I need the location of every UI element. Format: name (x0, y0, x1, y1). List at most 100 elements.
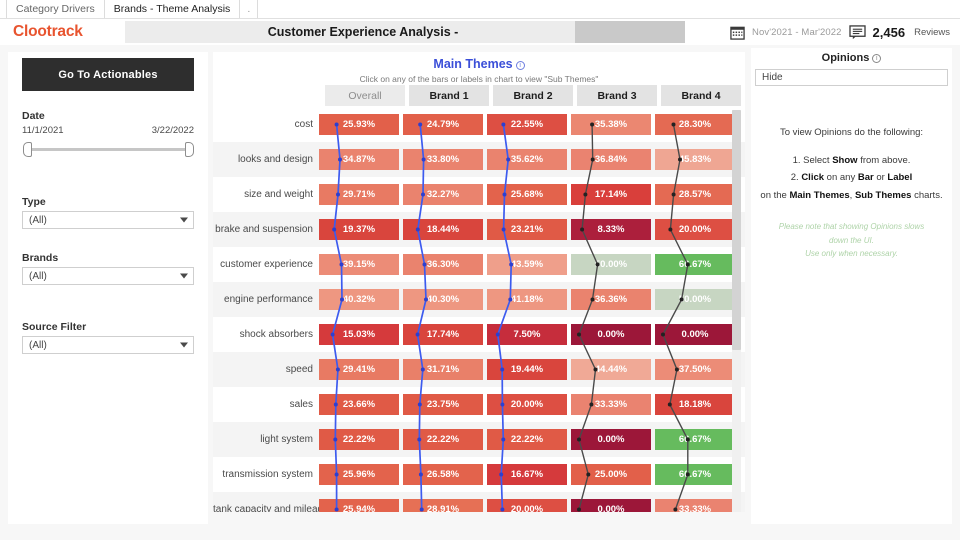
filter-sidebar: Go To Actionables Date 11/1/2021 3/22/20… (8, 52, 208, 524)
heatmap-bar[interactable]: 28.91% (403, 499, 483, 512)
heatmap-bar[interactable]: 26.58% (403, 464, 483, 485)
slider-track (26, 148, 190, 151)
opinions-visibility-select[interactable]: Hide (755, 69, 948, 86)
heatmap-bar[interactable]: 22.55% (487, 114, 567, 135)
theme-label[interactable]: shock absorbers (213, 329, 319, 340)
heatmap-bar[interactable]: 41.18% (487, 289, 567, 310)
source-filter-select[interactable]: (All) (22, 336, 194, 354)
column-header-brand-2[interactable]: Brand 2 (493, 85, 573, 106)
heatmap-bar[interactable]: 15.03% (319, 324, 399, 345)
heatmap-bar[interactable]: 39.15% (319, 254, 399, 275)
theme-label[interactable]: customer experience (213, 259, 319, 270)
heatmap-bar[interactable]: 44.44% (571, 359, 651, 380)
tab-more[interactable]: . (240, 0, 259, 18)
heatmap-bar[interactable]: 66.67% (655, 464, 735, 485)
heatmap-bar[interactable]: 25.93% (319, 114, 399, 135)
opinions-title: Opinions (821, 52, 870, 64)
heatmap-bar[interactable]: 31.71% (403, 359, 483, 380)
theme-label[interactable]: cost (213, 119, 319, 130)
heatmap-bar[interactable]: 35.38% (571, 114, 651, 135)
info-icon[interactable]: i (515, 60, 525, 70)
heatmap-bar[interactable]: 50.00% (571, 254, 651, 275)
heatmap-bar[interactable]: 50.00% (655, 289, 735, 310)
heatmap-bar[interactable]: 32.27% (403, 184, 483, 205)
heatmap-bar[interactable]: 25.96% (319, 464, 399, 485)
slider-handle-right[interactable] (185, 142, 194, 157)
column-header-brand-4[interactable]: Brand 4 (661, 85, 741, 106)
type-filter-select[interactable]: (All) (22, 211, 194, 229)
theme-label[interactable]: speed (213, 364, 319, 375)
date-range-slider[interactable] (22, 139, 194, 163)
heatmap-bar[interactable]: 24.79% (403, 114, 483, 135)
heatmap-bar[interactable]: 23.21% (487, 219, 567, 240)
theme-label[interactable]: light system (213, 434, 319, 445)
heatmap-bar[interactable]: 19.37% (319, 219, 399, 240)
heatmap-bar[interactable]: 35.62% (487, 149, 567, 170)
heatmap-bar[interactable]: 23.66% (319, 394, 399, 415)
theme-label[interactable]: size and weight (213, 189, 319, 200)
column-header-brand-1[interactable]: Brand 1 (409, 85, 489, 106)
heatmap-bar[interactable]: 37.50% (655, 359, 735, 380)
heatmap-bar[interactable]: 7.50% (487, 324, 567, 345)
go-to-actionables-button[interactable]: Go To Actionables (22, 58, 194, 91)
heatmap-bar[interactable]: 29.41% (319, 359, 399, 380)
heatmap-bar[interactable]: 40.32% (319, 289, 399, 310)
heatmap-bar[interactable]: 36.84% (571, 149, 651, 170)
heatmap-bar[interactable]: 66.67% (655, 429, 735, 450)
heatmap-bar[interactable]: 29.71% (319, 184, 399, 205)
heatmap-bar[interactable]: 33.33% (571, 394, 651, 415)
column-header-overall[interactable]: Overall (325, 85, 405, 106)
theme-label[interactable]: brake and suspension (213, 224, 319, 235)
theme-label[interactable]: tank capacity and mileage (213, 504, 329, 512)
heatmap-bar[interactable]: 22.22% (487, 429, 567, 450)
heatmap-bar[interactable]: 25.68% (487, 184, 567, 205)
heatmap-bar[interactable]: 16.67% (487, 464, 567, 485)
tab-brands-theme-analysis[interactable]: Brands - Theme Analysis (105, 0, 241, 18)
info-icon[interactable]: i (872, 53, 882, 63)
heatmap-bar[interactable]: 0.00% (571, 324, 651, 345)
heatmap-bar[interactable]: 18.18% (655, 394, 735, 415)
table-row: transmission system 25.96% 26.58% 16.67% 25.… (213, 457, 745, 492)
heatmap-bar[interactable]: 66.67% (655, 254, 735, 275)
heatmap-bar[interactable]: 36.30% (403, 254, 483, 275)
heatmap-bar[interactable]: 20.00% (487, 499, 567, 512)
theme-label[interactable]: looks and design (213, 154, 319, 165)
heatmap-bar[interactable]: 22.22% (319, 429, 399, 450)
step3-bold1: Main Themes (789, 189, 850, 201)
heatmap-bar[interactable]: 43.59% (487, 254, 567, 275)
table-row: size and weight 29.71% 32.27% 25.68% 17.14% 2… (213, 177, 745, 212)
heatmap-bar[interactable]: 20.00% (655, 219, 735, 240)
heatmap-bar[interactable]: 23.75% (403, 394, 483, 415)
chart-scrollbar[interactable] (732, 110, 741, 512)
heatmap-bar[interactable]: 18.44% (403, 219, 483, 240)
heatmap-bar[interactable]: 36.36% (571, 289, 651, 310)
app-logo: Clootrack (13, 23, 83, 40)
heatmap-bar[interactable]: 0.00% (571, 499, 651, 512)
heatmap-bar[interactable]: 17.14% (571, 184, 651, 205)
heatmap-bar[interactable]: 25.00% (571, 464, 651, 485)
heatmap-bar[interactable]: 17.74% (403, 324, 483, 345)
heatmap-bar[interactable]: 19.44% (487, 359, 567, 380)
heatmap-bar[interactable]: 25.94% (319, 499, 399, 512)
chart-scrollbar-thumb[interactable] (732, 110, 741, 350)
heatmap-bar[interactable]: 28.30% (655, 114, 735, 135)
tab-category-drivers[interactable]: Category Drivers (6, 0, 105, 18)
heatmap-bar[interactable]: 0.00% (655, 324, 735, 345)
heatmap-bar[interactable]: 40.30% (403, 289, 483, 310)
heatmap-bar[interactable]: 20.00% (487, 394, 567, 415)
heatmap-bar[interactable]: 0.00% (571, 429, 651, 450)
heatmap-bar[interactable]: 33.33% (655, 499, 735, 512)
heatmap-bar[interactable]: 28.57% (655, 184, 735, 205)
slider-handle-left[interactable] (23, 142, 32, 157)
theme-label[interactable]: transmission system (213, 469, 319, 480)
heatmap-bar[interactable]: 8.33% (571, 219, 651, 240)
chevron-down-icon (180, 273, 188, 279)
column-header-brand-3[interactable]: Brand 3 (577, 85, 657, 106)
heatmap-bar[interactable]: 22.22% (403, 429, 483, 450)
theme-label[interactable]: engine performance (213, 294, 319, 305)
theme-label[interactable]: sales (213, 399, 319, 410)
heatmap-bar[interactable]: 33.80% (403, 149, 483, 170)
brands-filter-select[interactable]: (All) (22, 267, 194, 285)
heatmap-bar[interactable]: 45.83% (655, 149, 735, 170)
heatmap-bar[interactable]: 34.87% (319, 149, 399, 170)
